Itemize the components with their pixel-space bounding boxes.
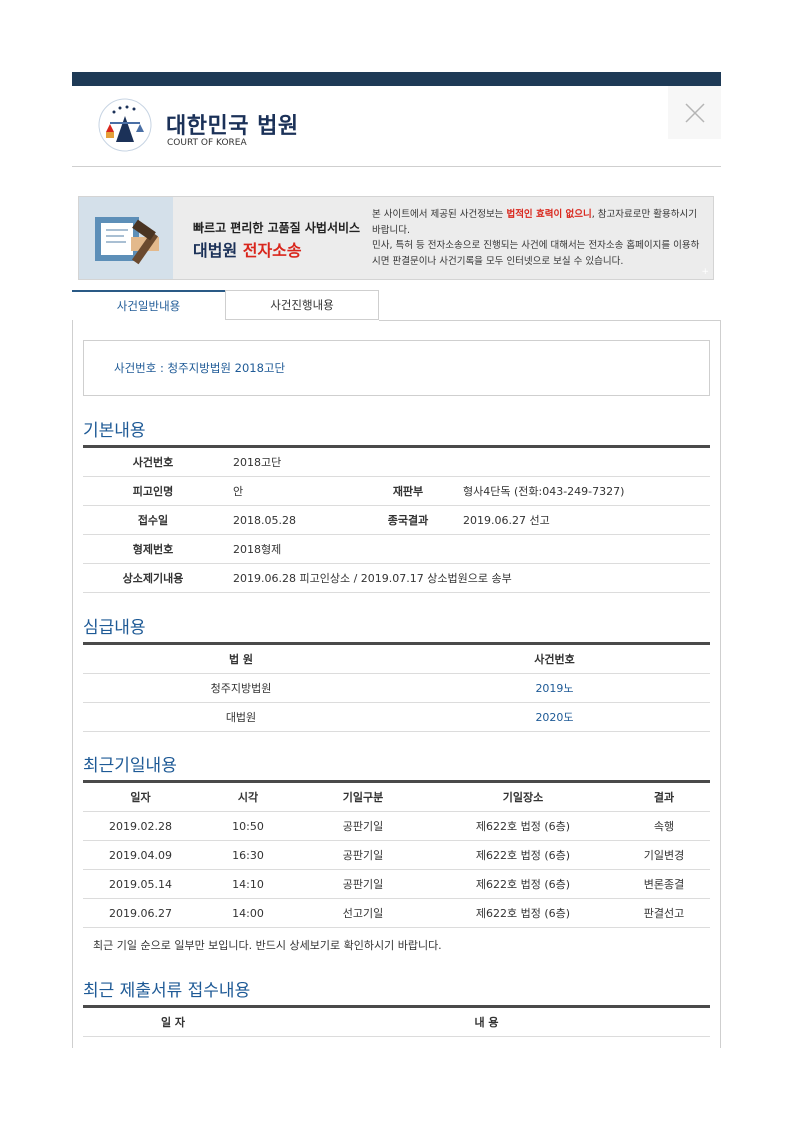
table-header-row: 일 자 내 용	[83, 1006, 710, 1037]
label-appeal: 상소제기내용	[83, 563, 223, 593]
basic-info-table: 사건번호 2018고단 피고인명 안 재판부 형사4단독 (전화:043-249…	[83, 445, 710, 593]
table-row: 2019.05.14 14:10 공판기일 제622호 법정 (6층) 변론종결	[83, 869, 710, 899]
banner-brand: 대법원 전자소송	[193, 241, 302, 260]
top-bar	[72, 72, 721, 86]
value-sentence-no: 2018형제	[223, 534, 710, 564]
table-row: 2019.02.28 10:50 공판기일 제622호 법정 (6층) 속행	[83, 811, 710, 841]
column-header: 기일구분	[298, 781, 428, 812]
tab-case-general[interactable]: 사건일반내용	[72, 290, 225, 320]
value-defendant: 안	[223, 476, 363, 506]
column-header: 일 자	[83, 1006, 263, 1037]
e-litigation-banner[interactable]: 빠르고 편리한 고품질 사법서비스 대법원 전자소송 본 사이트에서 제공된 사…	[78, 196, 714, 280]
label-received: 접수일	[83, 505, 223, 535]
place-cell: 제622호 법정 (6층)	[428, 898, 618, 928]
place-cell: 제622호 법정 (6층)	[428, 811, 618, 841]
court-cell: 청주지방법원	[83, 673, 399, 703]
close-icon	[684, 102, 705, 123]
column-header: 사건번호	[399, 643, 710, 674]
table-row: 접수일 2018.05.28 종국결과 2019.06.27 선고	[83, 505, 710, 535]
value-appeal: 2019.06.28 피고인상소 / 2019.07.17 상소법원으로 송부	[223, 563, 710, 593]
label-case-no: 사건번호	[83, 446, 223, 477]
label-sentence-no: 형제번호	[83, 534, 223, 564]
label-defendant: 피고인명	[83, 476, 223, 506]
panel-left-border	[72, 320, 73, 1048]
label-final-result: 종국결과	[363, 505, 453, 535]
table-row: 형제번호 2018형제	[83, 534, 710, 564]
gavel-document-icon	[95, 217, 159, 265]
close-button[interactable]	[668, 86, 721, 139]
date-cell: 2019.02.28	[83, 811, 198, 841]
banner-illustration	[79, 197, 173, 279]
table-row: 2019.04.09 16:30 공판기일 제622호 법정 (6층) 기일변경	[83, 840, 710, 870]
result-cell: 속행	[618, 811, 710, 841]
documents-table: 일 자 내 용	[83, 1005, 710, 1037]
case-number-link[interactable]: 2019노	[399, 673, 710, 703]
value-case-no: 2018고단	[223, 446, 710, 477]
banner-plus-icon: +	[701, 267, 709, 277]
table-row: 상소제기내용 2019.06.28 피고인상소 / 2019.07.17 상소법…	[83, 563, 710, 593]
column-header: 기일장소	[428, 781, 618, 812]
type-cell: 공판기일	[298, 811, 428, 841]
column-header: 법 원	[83, 643, 399, 674]
table-header-row: 법 원 사건번호	[83, 643, 710, 674]
time-cell: 14:10	[198, 869, 298, 899]
table-header-row: 일자 시각 기일구분 기일장소 결과	[83, 781, 710, 812]
type-cell: 공판기일	[298, 840, 428, 870]
time-cell: 16:30	[198, 840, 298, 870]
banner-slogan: 빠르고 편리한 고품질 사법서비스	[193, 221, 361, 235]
column-header: 시각	[198, 781, 298, 812]
date-cell: 2019.05.14	[83, 869, 198, 899]
table-row: 청주지방법원 2019노	[83, 673, 710, 703]
logo-title: 대한민국 법원	[166, 114, 299, 139]
court-emblem-icon	[98, 98, 152, 152]
value-received: 2018.05.28	[223, 505, 363, 535]
section-title-hearings: 최근기일내용	[83, 756, 177, 776]
column-header: 일자	[83, 781, 198, 812]
time-cell: 14:00	[198, 898, 298, 928]
panel-right-border	[720, 320, 721, 1048]
result-cell: 변론종결	[618, 869, 710, 899]
column-header: 결과	[618, 781, 710, 812]
result-cell: 기일변경	[618, 840, 710, 870]
banner-notice: 본 사이트에서 제공된 사건정보는 법적인 효력이 없으니, 참고자료로만 활용…	[372, 209, 700, 267]
section-title-trial-levels: 심급내용	[83, 618, 146, 638]
logo-subtitle: COURT OF KOREA	[167, 138, 247, 148]
date-cell: 2019.06.27	[83, 898, 198, 928]
trial-levels-table: 법 원 사건번호 청주지방법원 2019노 대법원 2020도	[83, 642, 710, 732]
place-cell: 제622호 법정 (6층)	[428, 869, 618, 899]
table-row: 사건번호 2018고단	[83, 446, 710, 477]
section-title-documents: 최근 제출서류 접수내용	[83, 981, 251, 1001]
table-row: 대법원 2020도	[83, 702, 710, 732]
table-row: 2019.06.27 14:00 선고기일 제622호 법정 (6층) 판결선고	[83, 898, 710, 928]
hearings-note: 최근 기일 순으로 일부만 보입니다. 반드시 상세보기로 확인하시기 바랍니다…	[93, 939, 442, 952]
time-cell: 10:50	[198, 811, 298, 841]
date-cell: 2019.04.09	[83, 840, 198, 870]
case-number-link[interactable]: 2020도	[399, 702, 710, 732]
place-cell: 제622호 법정 (6층)	[428, 840, 618, 870]
legal-effect-warning: 법적인 효력이 없으니	[506, 209, 592, 220]
case-number-box: 사건번호 : 청주지방법원 2018고단	[83, 340, 710, 396]
tab-case-progress[interactable]: 사건진행내용	[225, 290, 379, 320]
court-cell: 대법원	[83, 702, 399, 732]
value-final-result: 2019.06.27 선고	[453, 505, 710, 535]
label-division: 재판부	[363, 476, 453, 506]
value-division: 형사4단독 (전화:043-249-7327)	[453, 476, 710, 506]
type-cell: 선고기일	[298, 898, 428, 928]
hearings-table: 일자 시각 기일구분 기일장소 결과 2019.02.28 10:50 공판기일…	[83, 780, 710, 928]
result-cell: 판결선고	[618, 898, 710, 928]
section-title-basic: 기본내용	[83, 421, 146, 441]
table-row: 피고인명 안 재판부 형사4단독 (전화:043-249-7327)	[83, 476, 710, 506]
panel-top-border	[379, 320, 721, 321]
column-header: 내 용	[263, 1006, 710, 1037]
type-cell: 공판기일	[298, 869, 428, 899]
header-divider	[72, 166, 721, 167]
site-header: 대한민국 법원 COURT OF KOREA	[72, 86, 668, 166]
